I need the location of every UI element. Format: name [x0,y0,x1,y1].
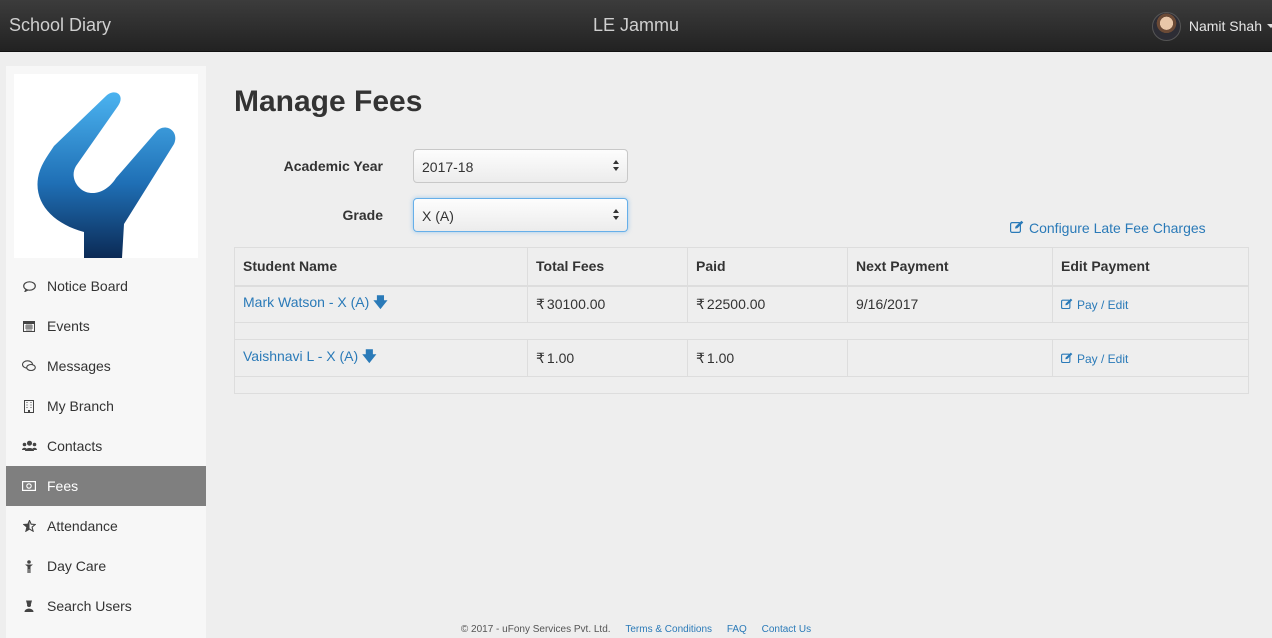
sidebar: Notice Board Events Messages My Branch C… [6,66,206,638]
sidebar-item-label: Notice Board [47,278,128,294]
edit-payment-cell: Pay / Edit [1052,285,1249,323]
copyright-text: © 2017 - uFony Services Pvt. Ltd. [460,624,611,635]
avatar[interactable] [1151,11,1181,41]
pay-edit-label: Pay / Edit [1077,298,1129,313]
col-student-name: Student Name [234,247,528,287]
arrow-down-icon[interactable]: 🡇 [373,292,387,316]
sidebar-item-notice-board[interactable]: Notice Board [6,266,206,306]
sidebar-item-label: My Branch [47,398,114,414]
footer: © 2017 - uFony Services Pvt. Ltd. Terms … [0,624,1272,635]
sidebar-item-label: Day Care [47,558,107,574]
rupee-symbol: ₹ [696,295,705,312]
academic-year-value: 2017-18 [422,159,474,175]
top-navbar: School Diary LE Jammu Namit Shah [0,0,1272,52]
total-fees-value: 1.00 [546,349,575,366]
total-fees-cell: ₹1.00 [527,339,688,377]
logo-icon [37,92,176,258]
total-fees-cell: ₹30100.00 [527,285,688,323]
total-fees-value: 30100.00 [546,295,606,312]
rupee-symbol: ₹ [536,295,545,312]
col-edit-payment: Edit Payment [1052,247,1249,287]
table-row: Vaishnavi L - X (A) 🡇 ₹1.00 ₹1.00 Pay / E… [234,339,1249,377]
select-arrows-icon [613,208,621,222]
col-total-fees: Total Fees [527,247,688,287]
sidebar-item-my-branch[interactable]: My Branch [6,386,206,426]
money-icon [20,479,38,493]
pay-edit-label: Pay / Edit [1077,352,1129,366]
next-payment-cell: 9/16/2017 [847,285,1053,323]
user-search-icon [20,599,38,613]
users-icon [20,439,38,453]
table-row: Mark Watson - X (A) 🡇 ₹30100.00 ₹22500.00… [234,285,1249,323]
table-spacer-row [234,322,1249,340]
child-icon [20,559,38,573]
building-icon [20,399,38,413]
calendar-icon [20,319,38,333]
edit-icon [1010,220,1024,236]
col-paid: Paid [687,247,848,287]
pay-edit-link[interactable]: Pay / Edit [1061,352,1128,366]
user-name[interactable]: Namit Shah [1189,18,1262,34]
grade-select[interactable]: X (A) [413,198,628,232]
paid-cell: ₹1.00 [687,339,848,377]
academic-year-select[interactable]: 2017-18 [413,149,628,183]
page-title: Manage Fees [234,85,423,118]
sidebar-item-attendance[interactable]: Attendance [6,506,206,546]
sidebar-item-contacts[interactable]: Contacts [6,426,206,466]
sidebar-item-fees[interactable]: Fees [6,466,206,506]
edit-icon [1061,352,1073,366]
arrow-down-icon[interactable]: 🡇 [362,346,376,370]
star-icon [20,519,38,533]
table-spacer-row [234,376,1249,394]
student-cell: Mark Watson - X (A) 🡇 [234,285,528,323]
sidebar-item-label: Attendance [47,518,118,534]
faq-link[interactable]: FAQ [727,624,747,635]
school-logo [14,74,198,258]
edit-icon [1061,298,1073,312]
sidebar-item-label: Contacts [47,438,103,454]
contact-link[interactable]: Contact Us [762,624,811,635]
user-menu[interactable]: Namit Shah [1151,11,1272,41]
edit-payment-cell: Pay / Edit [1052,339,1249,377]
table-header-row: Student Name Total Fees Paid Next Paymen… [234,247,1249,287]
next-payment-cell [847,339,1053,377]
caret-down-icon[interactable] [1267,24,1272,28]
paid-value: 22500.00 [706,295,766,312]
fees-table: Student Name Total Fees Paid Next Paymen… [234,247,1249,394]
sidebar-item-label: Messages [47,358,111,374]
sidebar-item-label: Search Users [47,598,132,614]
chat-icon [20,359,38,373]
grade-label: Grade [342,207,383,223]
student-name-link[interactable]: Vaishnavi L - X (A) [243,348,358,364]
student-name-link[interactable]: Mark Watson - X (A) [243,294,369,310]
configure-late-fee-link[interactable]: Configure Late Fee Charges [1010,220,1206,236]
rupee-symbol: ₹ [536,349,545,366]
sidebar-item-events[interactable]: Events [6,306,206,346]
rupee-symbol: ₹ [696,349,705,366]
select-arrows-icon [613,159,621,173]
grade-value: X (A) [422,208,454,224]
configure-late-fee-label: Configure Late Fee Charges [1029,220,1206,236]
sidebar-item-search-users[interactable]: Search Users [6,586,206,626]
school-name: LE Jammu [592,15,680,35]
paid-cell: ₹22500.00 [687,285,848,323]
pay-edit-link[interactable]: Pay / Edit [1061,298,1128,312]
paid-value: 1.00 [706,349,735,366]
comment-icon [20,279,38,293]
sidebar-item-label: Events [47,318,90,334]
col-next-payment: Next Payment [847,247,1053,287]
sidebar-nav: Notice Board Events Messages My Branch C… [6,266,206,626]
sidebar-item-label: Fees [47,478,79,494]
sidebar-item-messages[interactable]: Messages [6,346,206,386]
terms-link[interactable]: Terms & Conditions [625,624,712,635]
academic-year-label: Academic Year [283,158,383,174]
student-cell: Vaishnavi L - X (A) 🡇 [234,339,528,377]
sidebar-item-day-care[interactable]: Day Care [6,546,206,586]
